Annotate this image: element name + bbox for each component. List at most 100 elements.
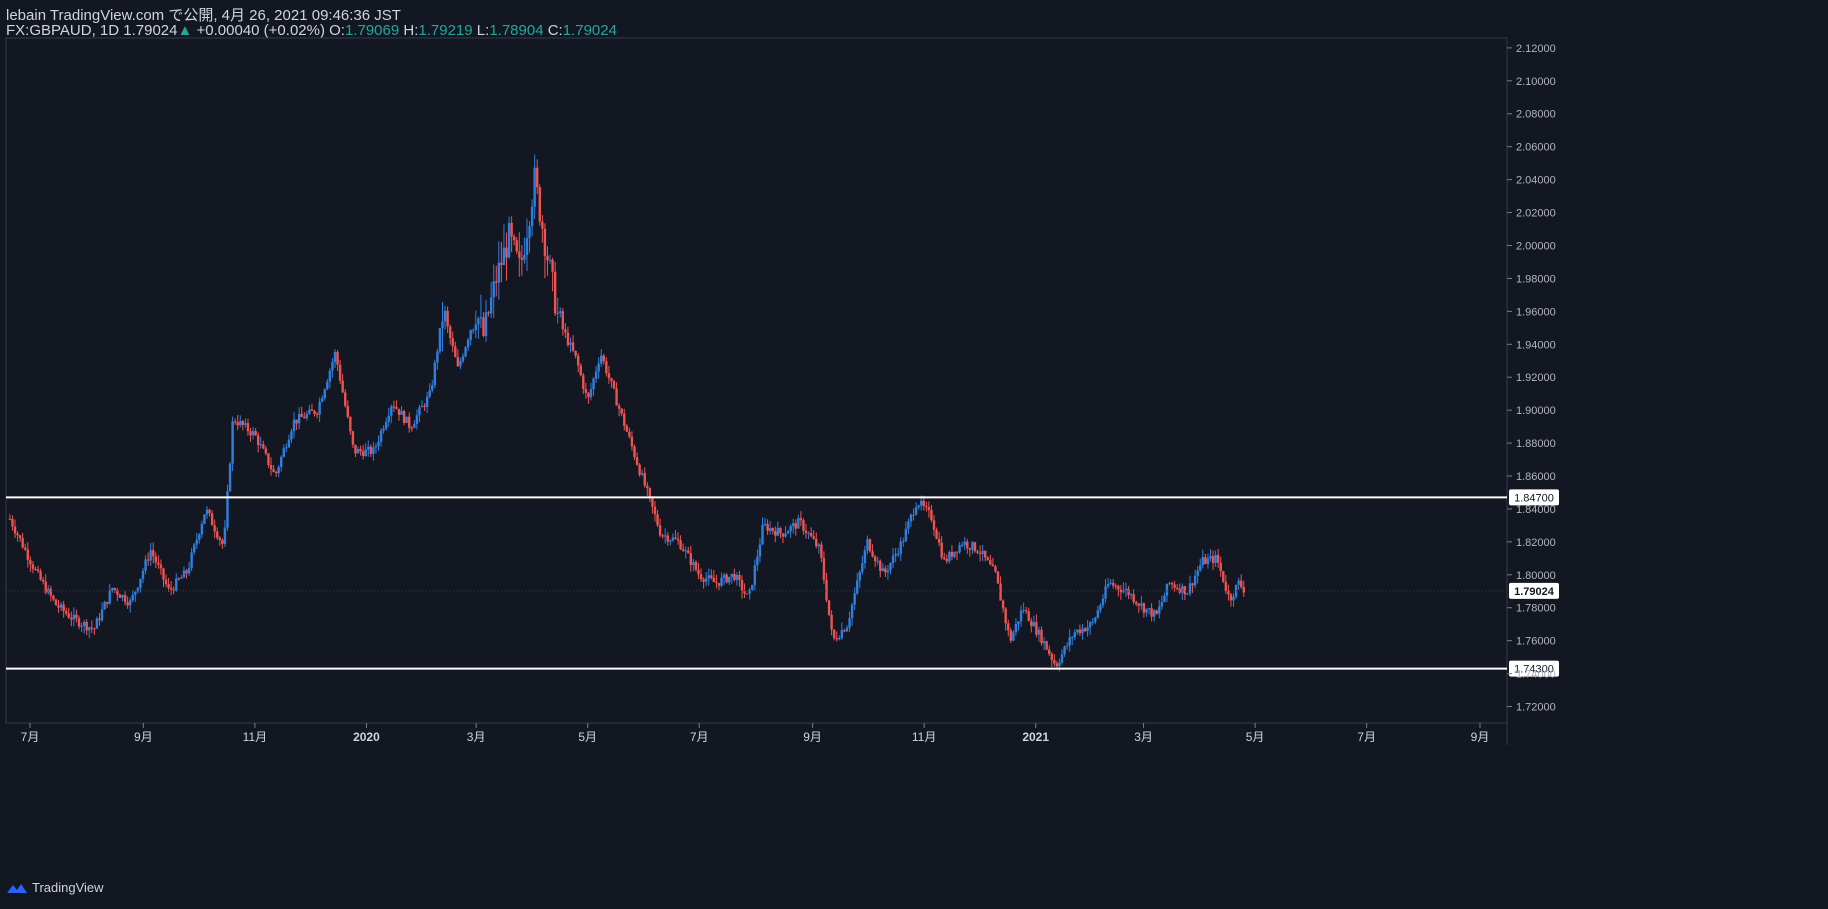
candle-body [512, 236, 516, 241]
candle-body [11, 518, 14, 527]
candle-body [781, 533, 785, 537]
candle [305, 410, 309, 421]
candle [971, 540, 974, 555]
candle [1181, 583, 1184, 601]
candle [210, 510, 214, 526]
candle-body [1104, 586, 1107, 599]
candle [1188, 575, 1192, 597]
candle [80, 622, 83, 632]
candle [31, 561, 35, 574]
candle-body [1150, 608, 1153, 617]
candle [502, 224, 506, 266]
candle [474, 310, 477, 338]
candle [136, 587, 140, 594]
footer-brand[interactable]: TradingView [6, 880, 104, 895]
candle-body [425, 396, 429, 407]
candle-body [1183, 586, 1187, 595]
candle-body [303, 416, 306, 419]
candle-body [441, 321, 444, 329]
candle [881, 563, 885, 572]
candle [1132, 589, 1135, 605]
candle [1135, 600, 1138, 607]
candle [694, 560, 698, 572]
candle [674, 530, 677, 540]
candle-body [415, 415, 419, 425]
candle [223, 520, 227, 547]
candle [932, 514, 936, 537]
candle [559, 307, 562, 318]
candle [1119, 584, 1123, 600]
candle [656, 510, 659, 528]
candle-body [100, 609, 104, 621]
candle-body [710, 575, 713, 578]
candle-body [24, 547, 27, 550]
candle-body [443, 310, 447, 322]
candle-body [845, 627, 849, 632]
candle [34, 566, 37, 571]
candle-body [205, 509, 209, 515]
candle-body [369, 446, 373, 454]
candle [984, 550, 987, 562]
candle [93, 627, 96, 635]
candle [231, 416, 234, 472]
candle [59, 601, 63, 612]
candle-body [190, 552, 193, 568]
candle-body [679, 540, 682, 549]
candle [530, 199, 534, 237]
candle [495, 265, 498, 297]
candle [1147, 607, 1151, 615]
candle [482, 312, 485, 338]
candle [1191, 582, 1194, 593]
candle [648, 487, 652, 503]
candle-body [999, 583, 1002, 601]
candle-body [1101, 598, 1105, 606]
candle [600, 349, 603, 367]
candle-body [387, 415, 390, 422]
x-tick-label: 11月 [243, 730, 267, 744]
candle [804, 523, 808, 539]
candle [533, 154, 536, 219]
candle-body [213, 525, 216, 532]
candle-body [280, 456, 283, 468]
candle [666, 532, 669, 546]
candle-body [602, 355, 605, 362]
candle [692, 559, 695, 572]
y-tick-label: 1.84000 [1516, 504, 1556, 516]
candle-body [305, 413, 309, 419]
candle [292, 412, 296, 439]
candle-body [930, 510, 933, 521]
candle [738, 570, 741, 587]
candle-body [1106, 583, 1110, 587]
candle [1234, 584, 1238, 600]
candle-body [617, 405, 621, 409]
candle [297, 407, 301, 430]
price-chart[interactable]: 1.847001.743001.79024 2.12000 2.10000 2.08… [0, 0, 1828, 909]
candle [146, 552, 150, 566]
candle [794, 519, 797, 536]
candle-body [351, 431, 355, 445]
candle [1199, 558, 1202, 572]
candle [1009, 627, 1013, 644]
candle-body [13, 526, 17, 534]
candle [605, 357, 608, 377]
candle [638, 463, 641, 477]
candle [123, 591, 127, 606]
candle [633, 444, 636, 461]
candle [1145, 608, 1148, 617]
candle-body [118, 594, 122, 598]
y-tick-label: 1.76000 [1516, 636, 1556, 648]
candle [525, 218, 529, 271]
candle [29, 556, 32, 572]
candle [438, 328, 442, 354]
candle-body [300, 413, 303, 417]
candle-body [356, 449, 360, 454]
candle [953, 551, 956, 559]
candle [16, 531, 19, 542]
candle [1022, 602, 1025, 614]
x-tick-label: 3月 [1134, 730, 1153, 744]
candle [989, 554, 992, 566]
candle [221, 538, 224, 549]
candle [149, 542, 152, 566]
candle [198, 533, 201, 544]
candle-body [640, 473, 644, 475]
